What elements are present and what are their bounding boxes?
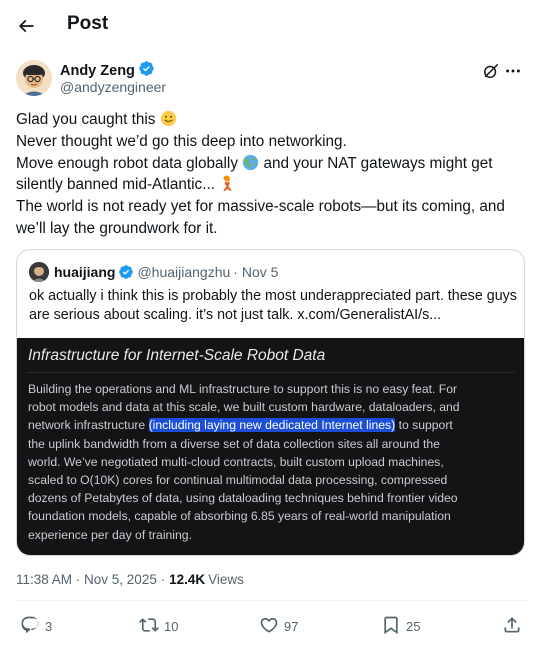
- quoted-post[interactable]: huaijiang @huaijiangzhu · Nov 5 ok actua…: [16, 249, 525, 556]
- mermaid-icon: [219, 175, 236, 192]
- more-options-icon[interactable]: [503, 61, 523, 81]
- reply-icon: [20, 615, 40, 638]
- image-line: scaled to O(10K) cores for continual mul…: [28, 473, 448, 488]
- like-count: 97: [284, 619, 299, 634]
- globe-americas-icon: [242, 154, 259, 171]
- image-heading: Infrastructure for Internet-Scale Robot …: [28, 347, 326, 364]
- quoted-author-handle: @huaijiangzhu: [137, 264, 231, 280]
- post-author: Andy Zeng @andyzengineer: [16, 58, 527, 102]
- share-icon: [502, 615, 522, 638]
- highlighted-text: (including laying new dedicated Internet…: [148, 418, 396, 433]
- image-line: the uplink bandwidth from a diverse set …: [28, 436, 440, 451]
- image-paragraph: Building the operations and ML infrastru…: [28, 380, 518, 544]
- post-line: we’ll lay the groundwork for it.: [16, 219, 218, 237]
- image-line-text: to support: [395, 418, 453, 433]
- repost-count: 10: [164, 619, 179, 634]
- quoted-post-text: ok actually i think this is probably the…: [29, 287, 519, 324]
- views-label: Views: [208, 572, 244, 587]
- bookmark-button[interactable]: 25: [381, 615, 420, 638]
- image-line: Building the operations and ML infrastru…: [28, 382, 458, 396]
- repost-icon: [139, 615, 159, 638]
- post-line-text: Move enough robot data globally: [16, 154, 243, 172]
- quoted-post-header: huaijiang @huaijiangzhu · Nov 5: [29, 262, 278, 282]
- image-line: robot models and data at this scale, we …: [28, 400, 460, 415]
- author-name[interactable]: Andy Zeng: [60, 60, 155, 81]
- post-line-text: and your NAT gateways might get: [259, 154, 493, 172]
- post-line: Glad you caught this: [16, 109, 528, 131]
- share-button[interactable]: [502, 615, 522, 638]
- post-line-text: silently banned mid-Atlantic...: [16, 176, 220, 194]
- reply-count: 3: [45, 619, 53, 634]
- repost-button[interactable]: 10: [139, 615, 178, 638]
- quoted-author-name: huaijiang: [54, 264, 116, 280]
- heart-icon: [259, 615, 279, 638]
- quoted-line: ok actually i think this is probably the…: [29, 288, 517, 304]
- bookmark-count: 25: [406, 619, 421, 634]
- back-arrow-icon[interactable]: [14, 14, 38, 38]
- image-line: dozens of Petabytes of data, using datal…: [28, 491, 458, 506]
- post-line: The world is not ready yet for massive-s…: [16, 198, 505, 216]
- like-button[interactable]: 97: [259, 615, 298, 638]
- quoted-post-date: · Nov 5: [233, 264, 279, 280]
- image-line: network infrastructure (including laying…: [28, 416, 518, 434]
- quoted-author-avatar: [29, 262, 49, 282]
- author-avatar[interactable]: [16, 60, 52, 96]
- top-bar: Post: [0, 0, 543, 52]
- slightly-smiling-face-icon: [160, 110, 177, 127]
- reply-button[interactable]: 3: [20, 615, 52, 638]
- bookmark-icon: [381, 615, 401, 638]
- post-text: Glad you caught this Never thought we’d …: [16, 109, 528, 240]
- image-line: experience per day of training.: [28, 527, 192, 542]
- author-name-text: Andy Zeng: [60, 62, 135, 79]
- page-title: Post: [67, 13, 109, 34]
- post-line: silently banned mid-Atlantic...: [16, 174, 528, 196]
- post-line: Never thought we’d go this deep into net…: [16, 132, 347, 150]
- image-line-text: network infrastructure: [28, 418, 149, 433]
- post-meta: 11:38 AM · Nov 5, 2025 · 12.4K Views: [16, 572, 244, 587]
- action-bar: 3 10 97 25: [16, 615, 527, 639]
- divider: [16, 600, 527, 601]
- quoted-post-image[interactable]: Infrastructure for Internet-Scale Robot …: [17, 338, 524, 555]
- views-count[interactable]: 12.4K: [169, 572, 205, 587]
- post-timestamp[interactable]: 11:38 AM · Nov 5, 2025 ·: [16, 572, 165, 587]
- image-line: world. We’ve negotiated multi-cloud cont…: [28, 454, 444, 469]
- author-handle[interactable]: @andyzengineer: [60, 79, 166, 95]
- quoted-line: are serious about scaling. it’s not just…: [29, 306, 442, 323]
- image-divider: [28, 372, 515, 373]
- image-line: foundation models, capable of absorbing …: [28, 509, 451, 524]
- verified-badge-icon: [138, 60, 155, 81]
- post-line: Move enough robot data globally and your…: [16, 153, 528, 175]
- post-line-text: Glad you caught this: [16, 111, 160, 128]
- grok-icon[interactable]: [481, 61, 501, 81]
- verified-badge-icon: [118, 264, 134, 280]
